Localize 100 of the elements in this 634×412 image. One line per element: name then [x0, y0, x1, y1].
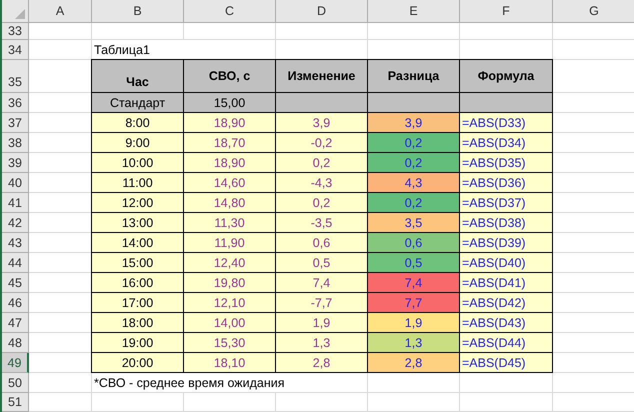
- table-cell: =ABS(D36): [460, 173, 553, 193]
- table-cell: 4,3: [368, 173, 460, 193]
- row-header[interactable]: 42: [2, 213, 29, 233]
- table-cell: 3,5: [368, 213, 460, 233]
- table-cell: 0,2: [368, 193, 460, 213]
- table-cell: =ABS(D45): [460, 353, 553, 373]
- row-header[interactable]: 33: [2, 23, 29, 40]
- table-cell: 1,9: [368, 313, 460, 333]
- table-cell: Стандарт: [92, 93, 184, 113]
- table-title: Таблица1: [94, 42, 150, 56]
- table-cell: 11,30: [184, 213, 276, 233]
- table-cell: 0,2: [276, 153, 368, 173]
- row-header[interactable]: 46: [2, 293, 29, 313]
- row-header[interactable]: 50: [2, 373, 29, 393]
- row-header[interactable]: 34: [2, 40, 29, 60]
- table-cell: 10:00: [92, 153, 184, 173]
- row-header[interactable]: 41: [2, 193, 29, 213]
- table-cell: =ABS(D44): [460, 333, 553, 353]
- table-cell: 1,3: [368, 333, 460, 353]
- table-cell: 0,5: [368, 253, 460, 273]
- row-header[interactable]: 39: [2, 153, 29, 173]
- table-cell: 12,10: [184, 293, 276, 313]
- table-cell: 0,2: [276, 193, 368, 213]
- table-cell: 19,80: [184, 273, 276, 293]
- table-cell: 14,80: [184, 193, 276, 213]
- table-cell: 0,2: [368, 153, 460, 173]
- triangle-icon: [15, 9, 25, 19]
- header-cell: Разница: [368, 60, 460, 93]
- column-header[interactable]: B: [92, 0, 184, 23]
- table-cell: 11,90: [184, 233, 276, 253]
- table-cell: 9:00: [92, 133, 184, 153]
- table-cell: 0,6: [276, 233, 368, 253]
- row-header[interactable]: 37: [2, 113, 29, 133]
- table-cell: -7,7: [276, 293, 368, 313]
- table-cell: -0,2: [276, 133, 368, 153]
- header-cell: Час: [92, 60, 184, 93]
- footnote: *СВО - среднее время ожидания: [94, 376, 285, 390]
- table-cell: =ABS(D35): [460, 153, 553, 173]
- select-all-button[interactable]: [2, 0, 29, 23]
- header-cell: СВО, с: [184, 60, 276, 93]
- row-header[interactable]: 43: [2, 233, 29, 253]
- table-cell: 7,4: [276, 273, 368, 293]
- table-cell: 1,9: [276, 313, 368, 333]
- table-cell: 18,70: [184, 133, 276, 153]
- table-cell: =ABS(D34): [460, 133, 553, 153]
- row-header[interactable]: 36: [2, 93, 29, 113]
- table-cell: 12,40: [184, 253, 276, 273]
- table-cell: 3,9: [368, 113, 460, 133]
- row-header[interactable]: 38: [2, 133, 29, 153]
- table-cell: 13:00: [92, 213, 184, 233]
- table-cell: 15,00: [184, 93, 276, 113]
- table-cell: 14,60: [184, 173, 276, 193]
- row-header[interactable]: 44: [2, 253, 29, 273]
- table-cell: 7,7: [368, 293, 460, 313]
- column-header[interactable]: G: [553, 0, 634, 23]
- row-header[interactable]: 35: [2, 60, 29, 93]
- column-header[interactable]: D: [276, 0, 368, 23]
- table-cell: 0,2: [368, 133, 460, 153]
- table-cell: 19:00: [92, 333, 184, 353]
- table-cell: 2,8: [368, 353, 460, 373]
- table-cell: 16:00: [92, 273, 184, 293]
- table-cell: 14:00: [92, 233, 184, 253]
- column-header[interactable]: C: [184, 0, 276, 23]
- table-cell: -4,3: [276, 173, 368, 193]
- table-cell: 15,30: [184, 333, 276, 353]
- table-cell: 12:00: [92, 193, 184, 213]
- column-header[interactable]: E: [368, 0, 460, 23]
- table-cell: 0,5: [276, 253, 368, 273]
- table-cell: 17:00: [92, 293, 184, 313]
- table-cell: 0,6: [368, 233, 460, 253]
- row-header[interactable]: 48: [2, 333, 29, 353]
- table-cell: =ABS(D41): [460, 273, 553, 293]
- table-cell: =ABS(D42): [460, 293, 553, 313]
- header-cell: Изменение: [276, 60, 368, 93]
- table-cell: =ABS(D39): [460, 233, 553, 253]
- table-cell: 18,10: [184, 353, 276, 373]
- table-cell: 8:00: [92, 113, 184, 133]
- table-cell: =ABS(D40): [460, 253, 553, 273]
- table-cell: -3,5: [276, 213, 368, 233]
- table-cell: =ABS(D33): [460, 113, 553, 133]
- table-cell: 18:00: [92, 313, 184, 333]
- table-cell: 18,90: [184, 113, 276, 133]
- table-cell: 14,00: [184, 313, 276, 333]
- table-cell: =ABS(D43): [460, 313, 553, 333]
- row-header[interactable]: 40: [2, 173, 29, 193]
- column-header[interactable]: F: [460, 0, 553, 23]
- row-header[interactable]: 47: [2, 313, 29, 333]
- table-cell: 20:00: [92, 353, 184, 373]
- table-cell: 15:00: [92, 253, 184, 273]
- table-cell: =ABS(D37): [460, 193, 553, 213]
- table-cell: 3,9: [276, 113, 368, 133]
- row-header[interactable]: 45: [2, 273, 29, 293]
- header-cell: Формула: [460, 60, 553, 93]
- table-cell: =ABS(D38): [460, 213, 553, 233]
- row-header[interactable]: 51: [2, 393, 29, 412]
- table-cell: 2,8: [276, 353, 368, 373]
- table-cell: 1,3: [276, 333, 368, 353]
- table-cell: 7,4: [368, 273, 460, 293]
- column-header[interactable]: A: [29, 0, 92, 23]
- row-header[interactable]: 49: [2, 353, 29, 373]
